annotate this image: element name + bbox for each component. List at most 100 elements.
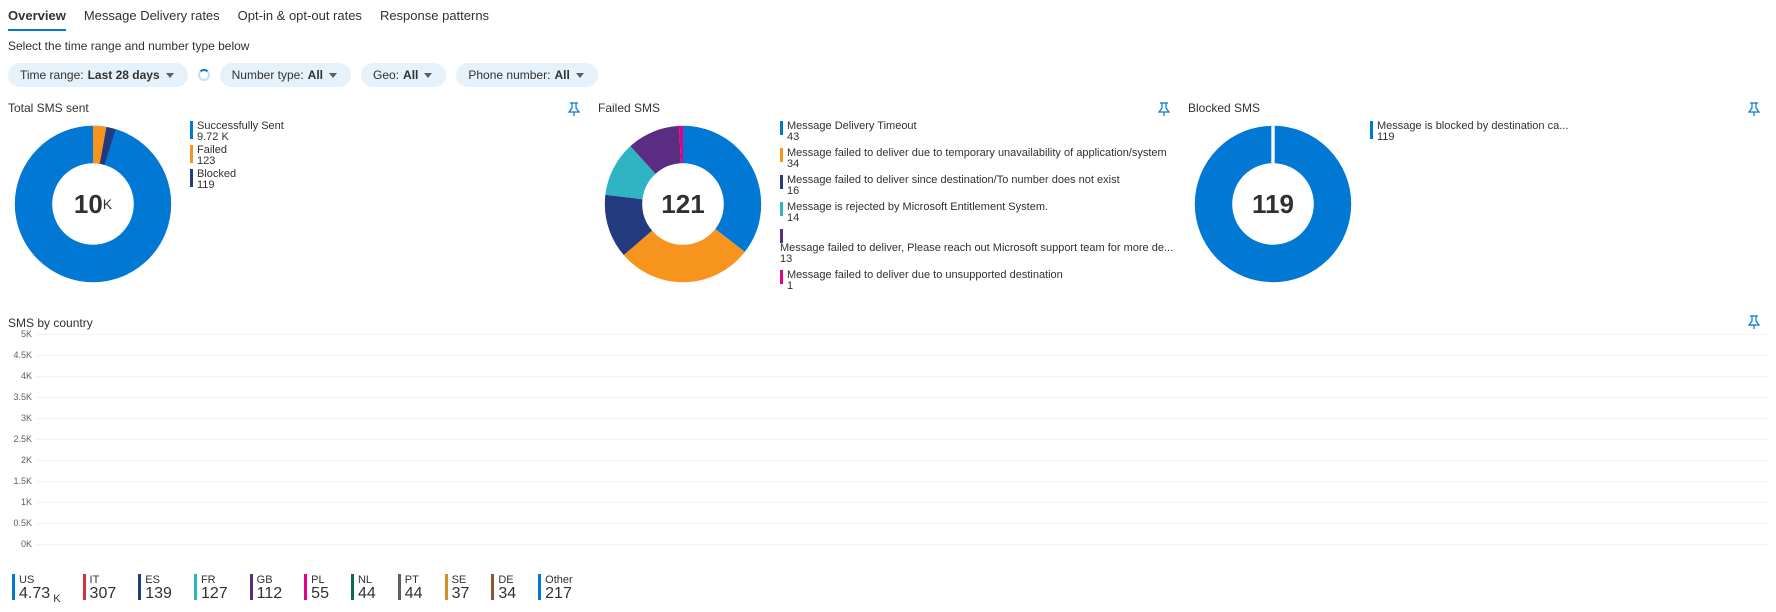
country-summary-item: ES139 bbox=[138, 574, 172, 606]
country-value: 139 bbox=[145, 587, 172, 600]
filter-geo[interactable]: Geo: All bbox=[361, 63, 446, 87]
country-summary-item: PL55 bbox=[304, 574, 329, 606]
legend-value: 16 bbox=[787, 186, 1120, 197]
section-title-text: SMS by country bbox=[8, 316, 93, 330]
legend-label: Message Delivery Timeout bbox=[787, 121, 917, 132]
filter-row: Time range: Last 28 days Number type: Al… bbox=[8, 63, 1768, 87]
y-tick: 3.5K bbox=[13, 392, 32, 402]
y-tick: 2K bbox=[21, 455, 32, 465]
card-blocked-sms: Blocked SMS 119 Message is blocked by de… bbox=[1188, 101, 1768, 289]
country-value: 112 bbox=[257, 587, 283, 600]
legend-total: Successfully Sent9.72 KFailed123Blocked1… bbox=[190, 119, 284, 191]
filter-phone-label: Phone number: bbox=[468, 68, 550, 82]
country-value: 44 bbox=[358, 587, 376, 600]
country-value: 217 bbox=[545, 587, 573, 600]
legend-item: Failed123 bbox=[190, 145, 284, 167]
legend-label: Message failed to deliver due to unsuppo… bbox=[787, 270, 1063, 281]
y-tick: 0K bbox=[21, 539, 32, 549]
country-summary-item: SE37 bbox=[445, 574, 470, 606]
tab-message-delivery-rates[interactable]: Message Delivery rates bbox=[84, 8, 220, 31]
y-tick: 3K bbox=[21, 413, 32, 423]
legend-value: 123 bbox=[197, 156, 227, 167]
y-tick: 0.5K bbox=[13, 518, 32, 528]
y-tick: 1.5K bbox=[13, 476, 32, 486]
legend-item: Message is blocked by destination ca...1… bbox=[1370, 121, 1568, 143]
legend-value: 119 bbox=[1377, 132, 1568, 143]
legend-label: Message is rejected by Microsoft Entitle… bbox=[787, 202, 1048, 213]
y-tick: 5K bbox=[21, 329, 32, 339]
country-summary-row: US4.73 K IT307 ES139 FR127 GB112 PL55 NL44 PT44… bbox=[12, 574, 1768, 606]
legend-value: 34 bbox=[787, 159, 1167, 170]
country-summary-item: NL44 bbox=[351, 574, 376, 606]
filter-geo-value: All bbox=[403, 68, 418, 82]
donut-center-suffix: K bbox=[103, 196, 112, 212]
country-value: 34 bbox=[498, 587, 516, 600]
country-summary-item: US4.73 K bbox=[12, 574, 61, 606]
filter-hint: Select the time range and number type be… bbox=[8, 39, 1768, 53]
y-tick: 4K bbox=[21, 371, 32, 381]
legend-label: Message is blocked by destination ca... bbox=[1377, 121, 1568, 132]
legend-item: Message is rejected by Microsoft Entitle… bbox=[780, 202, 1178, 224]
donut-failed: 121 bbox=[598, 119, 768, 289]
country-summary-item: Other217 bbox=[538, 574, 573, 606]
legend-failed: Message Delivery Timeout43 Message failed… bbox=[780, 119, 1178, 292]
country-summary-item: FR127 bbox=[194, 574, 228, 606]
donut-blocked: 119 bbox=[1188, 119, 1358, 289]
filter-time-label: Time range: bbox=[20, 68, 84, 82]
filter-number-type[interactable]: Number type: All bbox=[220, 63, 351, 87]
y-tick: 4.5K bbox=[13, 350, 32, 360]
legend-value: 14 bbox=[787, 213, 1048, 224]
pin-icon[interactable] bbox=[566, 101, 582, 117]
country-summary-item: DE34 bbox=[491, 574, 516, 606]
chevron-down-icon bbox=[166, 73, 174, 78]
donut-center-value: 119 bbox=[1252, 189, 1294, 220]
tab-overview[interactable]: Overview bbox=[8, 8, 66, 31]
filter-geo-label: Geo: bbox=[373, 68, 399, 82]
tab-response-patterns[interactable]: Response patterns bbox=[380, 8, 489, 31]
pin-icon[interactable] bbox=[1156, 101, 1172, 117]
country-value: 55 bbox=[311, 587, 329, 600]
card-total-sms: Total SMS sent 10K Successfully Sent9.72… bbox=[8, 101, 588, 289]
pin-icon[interactable] bbox=[1746, 101, 1762, 117]
tab-opt-in-opt-out-rates[interactable]: Opt-in & opt-out rates bbox=[238, 8, 362, 31]
legend-value: 119 bbox=[197, 180, 236, 191]
loading-spinner-icon bbox=[198, 69, 210, 81]
legend-item: Successfully Sent9.72 K bbox=[190, 121, 284, 143]
legend-value: 9.72 K bbox=[197, 132, 284, 143]
country-summary-item: PT44 bbox=[398, 574, 423, 606]
legend-blocked: Message is blocked by destination ca...1… bbox=[1370, 119, 1568, 143]
legend-label: Message failed to deliver due to tempora… bbox=[787, 148, 1167, 159]
country-summary-item: GB112 bbox=[250, 574, 283, 606]
country-value: 44 bbox=[405, 587, 423, 600]
cards-row: Total SMS sent 10K Successfully Sent9.72… bbox=[8, 101, 1768, 292]
filter-phone-value: All bbox=[554, 68, 569, 82]
y-tick: 2.5K bbox=[13, 434, 32, 444]
filter-time-range[interactable]: Time range: Last 28 days bbox=[8, 63, 188, 87]
legend-item: Message failed to deliver due to unsuppo… bbox=[780, 270, 1178, 292]
tab-bar: Overview Message Delivery rates Opt-in & o… bbox=[8, 6, 1768, 31]
filter-phone-number[interactable]: Phone number: All bbox=[456, 63, 597, 87]
country-value: 127 bbox=[201, 587, 228, 600]
y-tick: 1K bbox=[21, 497, 32, 507]
chevron-down-icon bbox=[329, 73, 337, 78]
legend-item: Message Delivery Timeout43 bbox=[780, 121, 1178, 143]
card-title: Blocked SMS bbox=[1188, 101, 1768, 115]
legend-item: Message failed to deliver, Please reach … bbox=[780, 229, 1178, 265]
donut-center-value: 10 bbox=[74, 189, 103, 220]
filter-ntype-value: All bbox=[308, 68, 323, 82]
country-value: 37 bbox=[452, 587, 470, 600]
legend-value: 1 bbox=[787, 281, 1063, 292]
card-title: Total SMS sent bbox=[8, 101, 588, 115]
chevron-down-icon bbox=[576, 73, 584, 78]
filter-ntype-label: Number type: bbox=[232, 68, 304, 82]
legend-label: Message failed to deliver since destinat… bbox=[787, 175, 1120, 186]
legend-item: Message failed to deliver since destinat… bbox=[780, 175, 1178, 197]
filter-time-value: Last 28 days bbox=[88, 68, 160, 82]
card-title: Failed SMS bbox=[598, 101, 1178, 115]
section-sms-by-country: SMS by country bbox=[8, 316, 1768, 330]
country-summary-item: IT307 bbox=[83, 574, 117, 606]
pin-icon[interactable] bbox=[1746, 314, 1762, 330]
card-failed-sms: Failed SMS 121 Message Delivery Timeout4… bbox=[598, 101, 1178, 292]
bar-chart-sms-by-country: 0K0.5K1K1.5K2K2.5K3K3.5K4K4.5K5K bbox=[8, 334, 1768, 544]
legend-item: Message failed to deliver due to tempora… bbox=[780, 148, 1178, 170]
